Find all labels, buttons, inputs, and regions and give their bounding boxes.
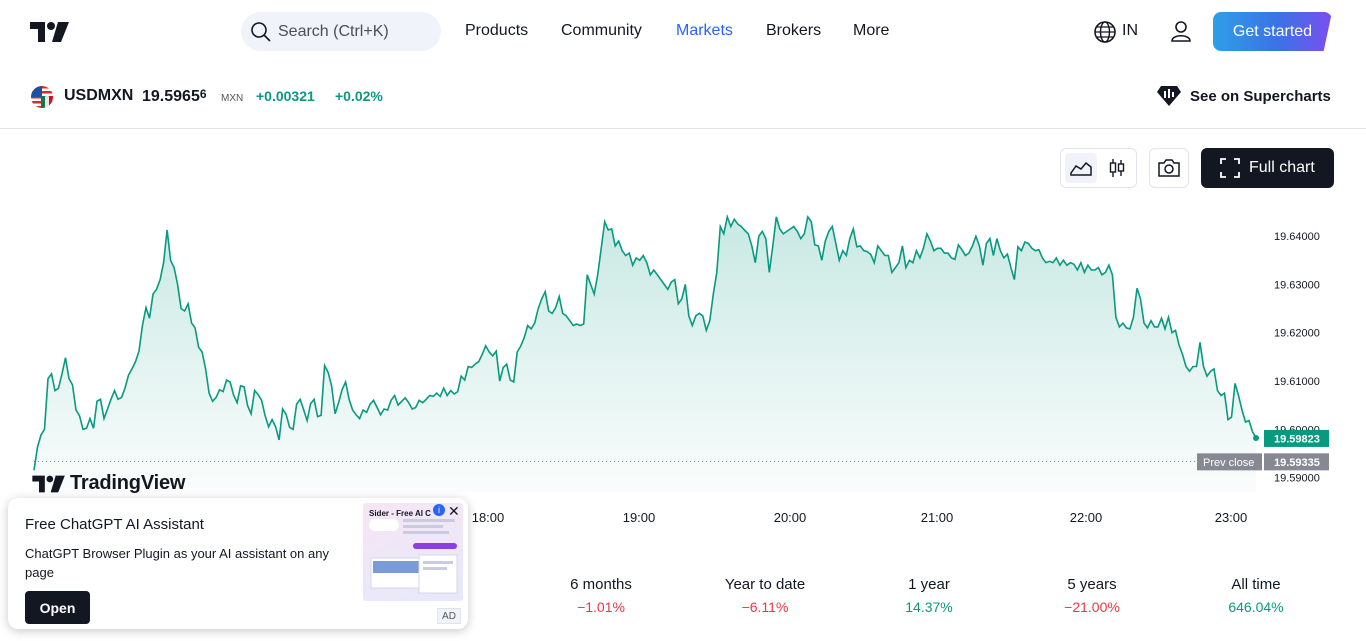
period-label: 5 years bbox=[1067, 576, 1117, 593]
full-chart-button[interactable]: Full chart bbox=[1201, 148, 1334, 188]
y-tick-label: 19.64000 bbox=[1274, 231, 1320, 243]
supercharts-icon bbox=[1157, 86, 1181, 106]
candles-icon bbox=[1109, 159, 1125, 177]
period-5-years[interactable]: 5 years −21.00% bbox=[1032, 576, 1152, 615]
period-value: −1.01% bbox=[577, 599, 625, 615]
tradingview-logo-icon bbox=[32, 475, 65, 492]
ad-image-title: Sider - Free AI C bbox=[369, 509, 431, 518]
ad-tag: AD bbox=[437, 608, 461, 624]
period-label: 6 months bbox=[570, 576, 632, 593]
symbol-header: USDMXN 19.59656 MXN +0.00321 +0.02% See … bbox=[0, 64, 1366, 129]
tradingview-logo-icon[interactable] bbox=[30, 20, 70, 44]
period-year-to-date[interactable]: Year to date −6.11% bbox=[705, 576, 825, 615]
nav-link-community[interactable]: Community bbox=[561, 22, 642, 40]
price-area-chart[interactable]: 18:00 19:00 20:00 21:00 22:00 23:00 19.64000 1… bbox=[0, 200, 1366, 530]
last-price-fraction: 6 bbox=[199, 87, 207, 101]
nav-link-brokers[interactable]: Brokers bbox=[766, 22, 821, 40]
nav-link-products[interactable]: Products bbox=[465, 22, 528, 40]
close-icon[interactable]: ✕ bbox=[448, 503, 460, 520]
chart-style-toggle bbox=[1060, 148, 1137, 188]
tradingview-watermark: TradingView bbox=[32, 472, 185, 495]
camera-icon bbox=[1158, 159, 1180, 177]
area-style-button[interactable] bbox=[1065, 153, 1097, 183]
candles-style-button[interactable] bbox=[1101, 153, 1133, 183]
globe-icon[interactable] bbox=[1093, 20, 1117, 44]
period-label: All time bbox=[1231, 576, 1281, 593]
period-value: 646.04% bbox=[1228, 599, 1284, 615]
usd-mxn-flag-icon bbox=[31, 86, 53, 108]
see-on-supercharts-link[interactable]: See on Supercharts bbox=[1156, 84, 1331, 108]
nav-link-markets[interactable]: Markets bbox=[676, 22, 733, 40]
x-tick-label: 19:00 bbox=[623, 510, 656, 525]
price-change-percent: +0.02% bbox=[335, 88, 383, 104]
last-price-label: 19.59823 bbox=[1274, 433, 1320, 445]
x-tick-label: 20:00 bbox=[774, 510, 807, 525]
period-value: −21.00% bbox=[1064, 599, 1120, 615]
y-tick-label: 19.63000 bbox=[1274, 279, 1320, 291]
area-chart-icon bbox=[1070, 161, 1092, 176]
prev-close-tag: Prev close bbox=[1203, 457, 1254, 469]
full-chart-label: Full chart bbox=[1249, 159, 1315, 176]
x-tick-label: 18:00 bbox=[472, 510, 505, 525]
get-started-button[interactable]: Get started bbox=[1213, 12, 1332, 51]
prev-close-value: 19.59335 bbox=[1274, 457, 1320, 469]
x-tick-label: 21:00 bbox=[921, 510, 954, 525]
screenshot-button[interactable] bbox=[1149, 148, 1189, 188]
nav-link-more[interactable]: More bbox=[853, 22, 889, 40]
symbol-name[interactable]: USDMXN bbox=[64, 87, 133, 105]
x-tick-label: 22:00 bbox=[1070, 510, 1103, 525]
search-input[interactable]: Search (Ctrl+K) bbox=[241, 12, 441, 51]
y-tick-label: 19.62000 bbox=[1274, 328, 1320, 340]
ad-open-button[interactable]: Open bbox=[25, 591, 90, 624]
language-selector[interactable]: IN bbox=[1122, 22, 1138, 40]
watermark-text: TradingView bbox=[70, 472, 186, 494]
supercharts-label: See on Supercharts bbox=[1190, 87, 1331, 105]
period-label: Year to date bbox=[724, 576, 806, 593]
period-value: 14.37% bbox=[905, 599, 953, 615]
period-value: −6.11% bbox=[741, 599, 789, 615]
price-change: +0.00321 bbox=[256, 88, 315, 104]
last-price-main: 19.5965 bbox=[142, 88, 200, 105]
period-all-time[interactable]: All time 646.04% bbox=[1196, 576, 1316, 615]
period-label: 1 year bbox=[908, 576, 950, 593]
y-tick-label: 19.59000 bbox=[1274, 473, 1320, 485]
search-placeholder: Search (Ctrl+K) bbox=[278, 22, 389, 40]
last-point-marker bbox=[1253, 434, 1259, 441]
fullscreen-icon bbox=[1220, 158, 1240, 178]
y-tick-label: 19.61000 bbox=[1274, 376, 1320, 388]
search-icon bbox=[251, 21, 271, 42]
ad-popup: Free ChatGPT AI Assistant ChatGPT Browse… bbox=[8, 498, 468, 629]
period-1-year[interactable]: 1 year 14.37% bbox=[869, 576, 989, 615]
ad-description: ChatGPT Browser Plugin as your AI assist… bbox=[25, 546, 329, 580]
currency-code: MXN bbox=[221, 93, 244, 104]
ad-title: Free ChatGPT AI Assistant bbox=[25, 516, 204, 533]
x-tick-label: 23:00 bbox=[1215, 510, 1248, 525]
period-6-months[interactable]: 6 months −1.01% bbox=[541, 576, 661, 615]
info-icon[interactable]: i bbox=[433, 504, 445, 516]
top-navigation: Search (Ctrl+K) Products Community Marke… bbox=[0, 0, 1366, 64]
last-price: 19.59656 bbox=[142, 87, 207, 106]
user-icon[interactable] bbox=[1169, 19, 1193, 43]
